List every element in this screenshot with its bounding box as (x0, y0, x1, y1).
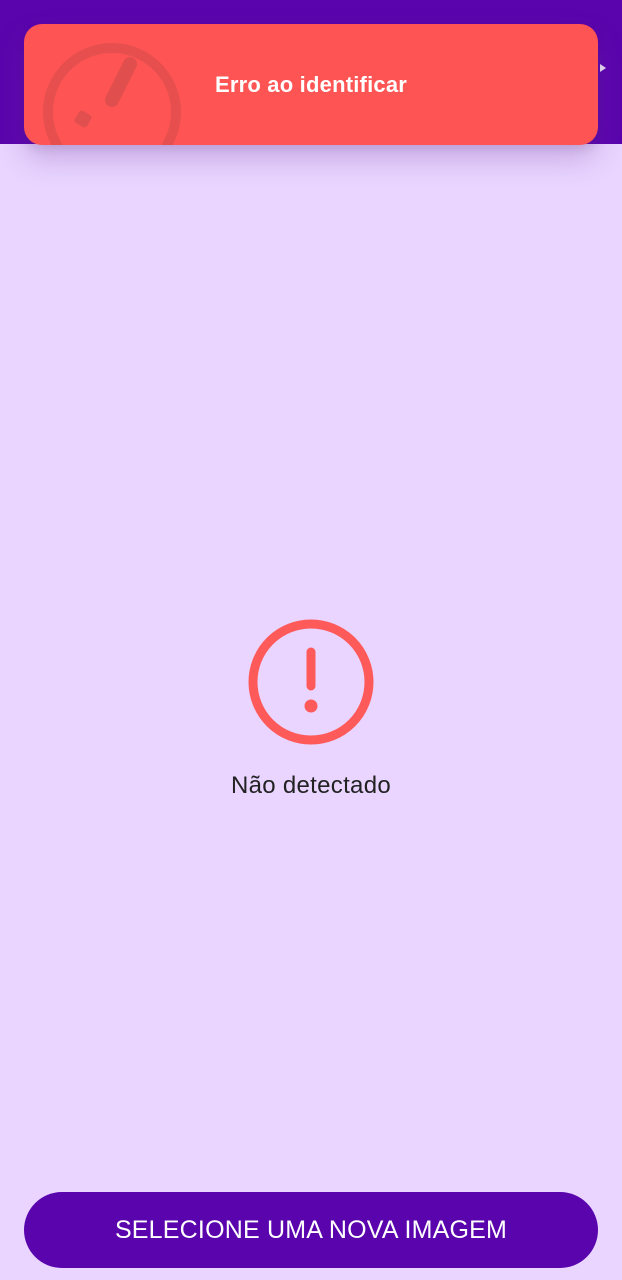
alert-circle-icon (248, 619, 374, 745)
detection-status: Não detectado (0, 616, 622, 800)
toast-message: Erro ao identificar (214, 72, 408, 97)
status-message: Não detectado (230, 772, 392, 799)
error-toast[interactable]: Erro ao identificar (24, 24, 598, 145)
play-icon (600, 64, 606, 72)
select-new-image-button[interactable]: SELECIONE UMA NOVA IMAGEM (24, 1192, 598, 1268)
app-screen: Erro ao identificar Não detectado SELECI… (0, 0, 622, 1280)
